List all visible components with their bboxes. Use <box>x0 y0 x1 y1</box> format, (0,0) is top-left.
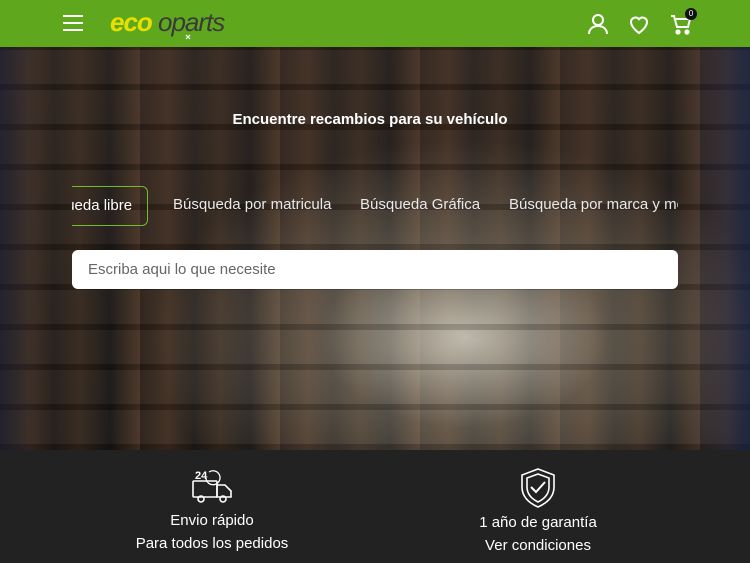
hamburger-menu-icon[interactable] <box>63 15 83 33</box>
shield-check-icon <box>521 468 555 508</box>
svg-text:oparts: oparts <box>158 7 225 37</box>
heart-icon[interactable] <box>627 12 651 36</box>
delivery-truck-24h-icon: 24 <box>192 470 232 503</box>
search-tabs: Búsqueda libre Búsqueda por matricula Bú… <box>72 186 678 226</box>
hero-title: Encuentre recambios para su vehículo <box>232 111 508 128</box>
features-strip: 24 Envio rápido Para todos los pedidos 1… <box>0 450 750 563</box>
user-icon[interactable] <box>586 12 610 36</box>
tab-busqueda-por-marca-y-modelo[interactable]: Búsqueda por marca y modelo <box>509 186 678 226</box>
feature-title: Envio rápido <box>170 512 254 529</box>
tab-busqueda-por-matricula[interactable]: Búsqueda por matricula <box>173 186 331 226</box>
top-navigation-bar: eco oparts 0 <box>0 0 750 47</box>
feature-subtitle[interactable]: Para todos los pedidos <box>62 535 362 552</box>
svg-text:eco: eco <box>110 7 153 37</box>
feature-title: 1 año de garantía <box>479 514 597 531</box>
tab-busqueda-libre[interactable]: Búsqueda libre <box>72 186 149 226</box>
feature-envio-rapido: 24 Envio rápido Para todos los pedidos <box>62 450 362 552</box>
tab-busqueda-grafica[interactable]: Búsqueda Gráfica <box>360 186 480 226</box>
search-input[interactable] <box>72 250 678 289</box>
feature-garantia: 1 año de garantía Ver condiciones <box>388 450 688 554</box>
ecooparts-logo[interactable]: eco oparts <box>110 5 255 41</box>
feature-subtitle[interactable]: Ver condiciones <box>388 537 688 554</box>
cart-count-badge: 0 <box>685 8 697 20</box>
hero-search-section: Encuentre recambios para su vehículo Bús… <box>0 47 750 450</box>
